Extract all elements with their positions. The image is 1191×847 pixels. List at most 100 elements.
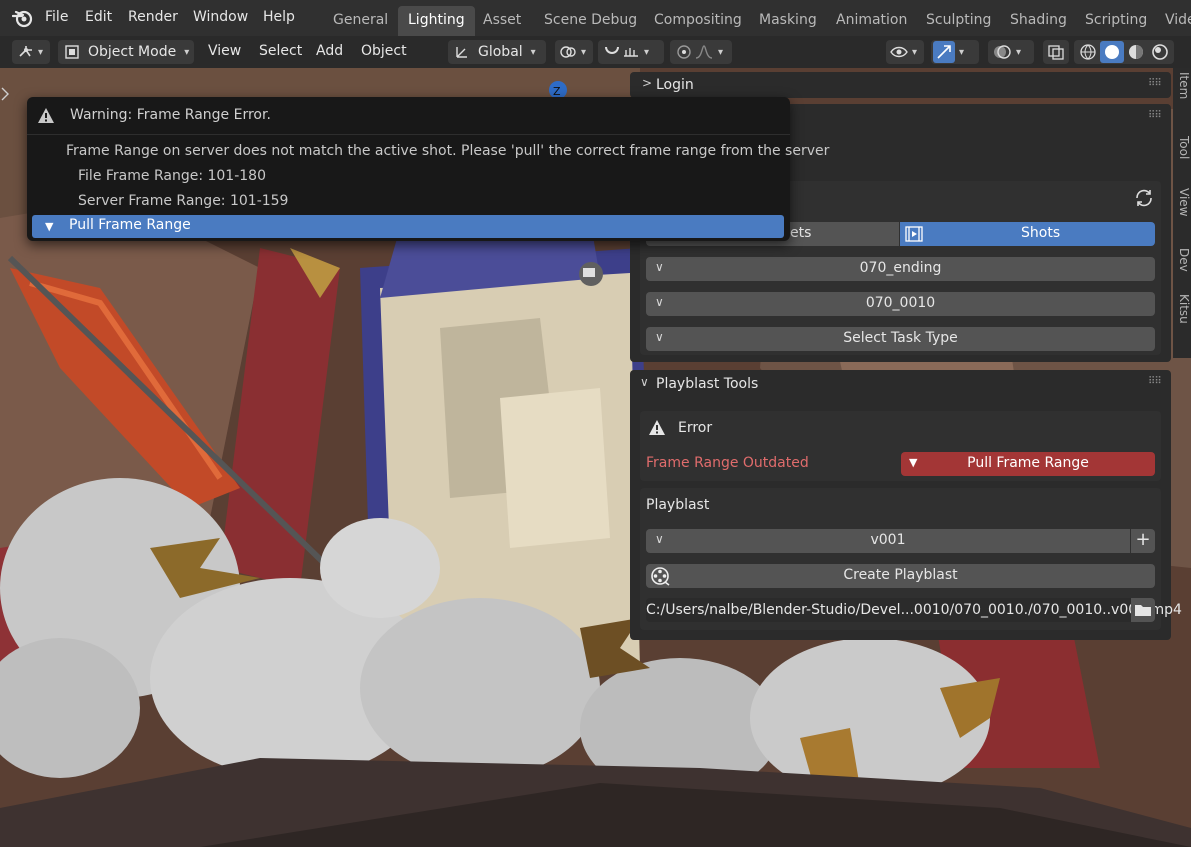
- warning-pull-frame-range-label: Pull Frame Range: [69, 217, 191, 233]
- proportional-edit-button[interactable]: ▾: [670, 40, 732, 64]
- transform-orientation-selector[interactable]: Global ▾: [448, 40, 546, 64]
- material-shading-icon[interactable]: [1124, 41, 1148, 63]
- version-value: v001: [870, 532, 906, 548]
- tab-shading[interactable]: Shading: [1010, 12, 1067, 28]
- gizmo-icon: [933, 41, 955, 63]
- tab-shots[interactable]: Shots: [900, 222, 1155, 246]
- pivot-point-button[interactable]: ▾: [555, 40, 593, 64]
- chevron-down-icon: ▾: [912, 46, 918, 58]
- playblast-tools-title[interactable]: Playblast Tools: [656, 376, 758, 392]
- viewport-header: ▾ Object Mode ▾ View Select Add Object G…: [0, 36, 1191, 68]
- snap-button[interactable]: ▾: [598, 40, 664, 64]
- overlays-button[interactable]: ▾: [988, 40, 1034, 64]
- tab-masking[interactable]: Masking: [759, 12, 817, 28]
- chevron-down-icon: ▾: [718, 46, 724, 58]
- sidebar-tab-dev[interactable]: Dev: [1175, 248, 1191, 272]
- login-panel[interactable]: > Login ⠿⠿: [630, 72, 1171, 98]
- file-frame-range-text: File Frame Range: 101-180: [78, 168, 266, 184]
- tab-video-editing[interactable]: Vide: [1165, 12, 1191, 28]
- orientation-icon: [456, 47, 467, 58]
- menu-edit[interactable]: Edit: [85, 9, 112, 25]
- login-panel-title: Login: [656, 77, 694, 93]
- task-type-value: Select Task Type: [843, 330, 958, 346]
- chevron-down-icon: ▾: [1016, 46, 1022, 58]
- warning-icon: [38, 108, 54, 123]
- menu-add[interactable]: Add: [316, 43, 343, 59]
- error-label: Error: [678, 420, 713, 436]
- tab-scripting[interactable]: Scripting: [1085, 12, 1147, 28]
- plus-icon: +: [1135, 529, 1151, 550]
- pull-frame-range-label: Pull Frame Range: [967, 455, 1089, 471]
- playblast-tools-panel: ∨ Playblast Tools ⠿⠿ Error Frame Range O…: [630, 370, 1182, 640]
- sequence-dropdown[interactable]: ∨ 070_ending: [646, 257, 1155, 281]
- chevron-down-icon: ▾: [581, 46, 587, 58]
- orientation-label: Global: [478, 44, 523, 60]
- warning-pull-frame-range-button[interactable]: ▼ Pull Frame Range: [32, 215, 784, 238]
- tab-sculpting[interactable]: Sculpting: [926, 12, 991, 28]
- server-frame-range-text: Server Frame Range: 101-159: [78, 193, 289, 209]
- triangle-down-icon: ▼: [45, 220, 54, 233]
- tab-shots-label: Shots: [1021, 225, 1061, 241]
- drag-grip-icon[interactable]: ⠿⠿: [1148, 78, 1162, 89]
- tab-lighting[interactable]: Lighting: [398, 6, 475, 36]
- version-dropdown[interactable]: ∨ v001: [646, 529, 1130, 553]
- frame-range-outdated-label: Frame Range Outdated: [646, 455, 809, 471]
- menu-file[interactable]: File: [45, 9, 68, 25]
- shot-value: 070_0010: [865, 295, 936, 311]
- gizmo-toggle-button[interactable]: ▾: [931, 40, 979, 64]
- refresh-icon[interactable]: [1133, 188, 1155, 208]
- sidebar-tab-view[interactable]: View: [1175, 188, 1191, 216]
- menu-view[interactable]: View: [208, 43, 241, 59]
- falloff-curve-icon: [695, 45, 713, 59]
- shot-dropdown[interactable]: ∨ 070_0010: [646, 292, 1155, 316]
- pull-frame-range-button[interactable]: ▼ Pull Frame Range: [901, 452, 1155, 476]
- browse-folder-button[interactable]: [1131, 598, 1155, 622]
- frame-range-warning-popup: Warning: Frame Range Error. Frame Range …: [27, 97, 829, 241]
- menu-window[interactable]: Window: [193, 9, 248, 25]
- film-strip-icon: [905, 226, 923, 242]
- tab-asset[interactable]: Asset: [483, 12, 521, 28]
- error-box: Error Frame Range Outdated ▼ Pull Frame …: [640, 411, 1161, 481]
- sidebar-tab-kitsu[interactable]: Kitsu: [1175, 294, 1191, 324]
- object-mode-icon: [65, 45, 79, 59]
- add-version-button[interactable]: +: [1131, 529, 1155, 553]
- menu-help[interactable]: Help: [263, 9, 295, 25]
- tab-animation[interactable]: Animation: [836, 12, 907, 28]
- warning-divider: [27, 134, 790, 135]
- blender-logo-icon[interactable]: [12, 8, 34, 28]
- sequence-value: 070_ending: [859, 260, 942, 276]
- chevron-down-icon[interactable]: ∨: [640, 375, 649, 389]
- drag-grip-icon[interactable]: ⠿⠿: [1148, 110, 1162, 121]
- warning-icon: [649, 420, 665, 435]
- menu-object[interactable]: Object: [361, 43, 407, 59]
- drag-grip-icon[interactable]: ⠿⠿: [1148, 376, 1162, 387]
- xray-button[interactable]: [1043, 40, 1069, 64]
- sidebar-tab-tool[interactable]: Tool: [1175, 136, 1191, 159]
- overlays-icon: [994, 45, 1011, 59]
- warning-title: Warning: Frame Range Error.: [70, 107, 271, 123]
- chevron-down-icon: ▾: [959, 46, 965, 58]
- tab-compositing[interactable]: Compositing: [654, 12, 742, 28]
- snap-magnet-icon: [605, 46, 619, 54]
- pivot-icon: [560, 46, 576, 58]
- visibility-button[interactable]: ▾: [886, 40, 924, 64]
- menu-select[interactable]: Select: [259, 43, 302, 59]
- wireframe-shading-icon[interactable]: [1076, 41, 1100, 63]
- tab-assets-label: ets: [790, 225, 812, 241]
- snap-increment-icon: [624, 48, 638, 57]
- playblast-label: Playblast: [646, 497, 710, 513]
- tab-general[interactable]: General: [333, 12, 388, 28]
- menu-render[interactable]: Render: [128, 9, 178, 25]
- tab-scene-debug[interactable]: Scene Debug: [544, 12, 637, 28]
- proportional-edit-icon: [677, 45, 691, 59]
- chevron-down-icon: ▾: [184, 46, 190, 58]
- task-type-dropdown[interactable]: ∨ Select Task Type: [646, 327, 1155, 351]
- sidebar-tab-item[interactable]: Item: [1175, 72, 1191, 99]
- solid-shading-icon[interactable]: [1100, 41, 1124, 63]
- rendered-shading-icon[interactable]: [1148, 41, 1172, 63]
- editor-type-button[interactable]: ▾: [12, 40, 50, 64]
- create-playblast-button[interactable]: Create Playblast: [646, 564, 1155, 588]
- mode-selector[interactable]: Object Mode ▾: [58, 40, 194, 64]
- playblast-path-field[interactable]: C:/Users/nalbe/Blender-Studio/Devel...00…: [646, 598, 1182, 622]
- shading-mode-group: [1074, 40, 1174, 64]
